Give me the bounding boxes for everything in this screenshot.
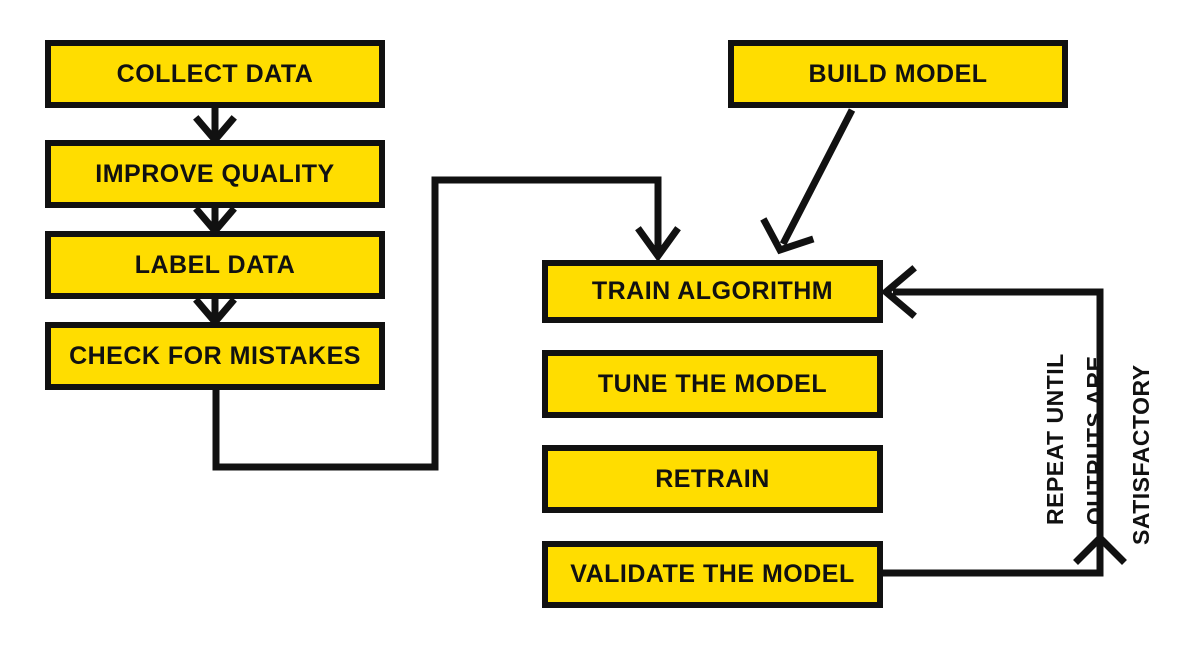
node-train-algorithm[interactable]: TRAIN ALGORITHM — [542, 260, 883, 323]
loop-annotation-line-2: OUTPUTS ARE — [1082, 355, 1108, 526]
node-label-validate-the-model: VALIDATE THE MODEL — [570, 560, 855, 588]
arrow-collect-to-improve — [193, 108, 237, 146]
node-check-for-mistakes[interactable]: CHECK FOR MISTAKES — [45, 322, 385, 390]
node-validate-the-model[interactable]: VALIDATE THE MODEL — [542, 541, 883, 608]
node-retrain[interactable]: RETRAIN — [542, 445, 883, 513]
arrow-build-to-train — [760, 108, 856, 255]
flowchart-canvas: COLLECT DATA IMPROVE QUALITY LABEL DATA … — [0, 0, 1200, 650]
node-improve-quality[interactable]: IMPROVE QUALITY — [45, 140, 385, 208]
node-label-check-for-mistakes: CHECK FOR MISTAKES — [69, 341, 361, 370]
node-tune-the-model[interactable]: TUNE THE MODEL — [542, 350, 883, 418]
node-build-model[interactable]: BUILD MODEL — [728, 40, 1068, 108]
arrow-improve-to-label — [193, 206, 237, 237]
arrow-label-to-check — [193, 297, 237, 328]
node-label-improve-quality: IMPROVE QUALITY — [95, 159, 335, 188]
node-label-label-data: LABEL DATA — [134, 250, 296, 279]
node-label-data[interactable]: LABEL DATA — [45, 231, 385, 299]
loop-annotation-line-3: SATISFACTORY — [1128, 364, 1154, 545]
loop-annotation-line-1: REPEAT UNTIL — [1042, 353, 1068, 525]
node-label-collect-data: COLLECT DATA — [116, 59, 314, 88]
node-label-tune-the-model: TUNE THE MODEL — [597, 369, 828, 398]
node-label-train-algorithm: TRAIN ALGORITHM — [591, 277, 834, 305]
node-collect-data[interactable]: COLLECT DATA — [45, 40, 385, 108]
node-label-build-model: BUILD MODEL — [808, 59, 988, 88]
node-label-retrain: RETRAIN — [655, 464, 770, 493]
